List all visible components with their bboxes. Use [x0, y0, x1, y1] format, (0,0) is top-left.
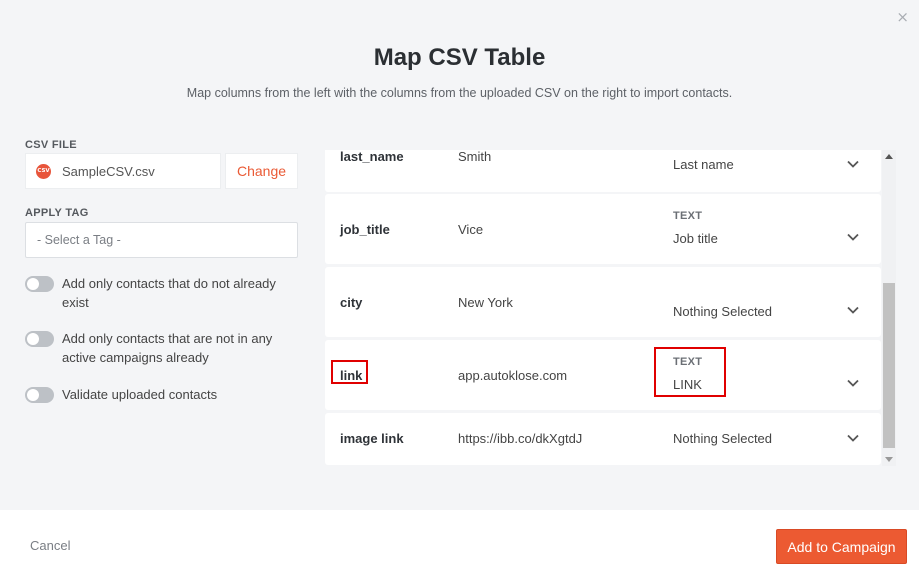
- mapping-row: link app.autoklose.com TEXT LINK: [325, 340, 881, 410]
- chevron-down-icon[interactable]: [845, 229, 861, 245]
- modal-title: Map CSV Table: [373, 44, 546, 71]
- mapping-row: image link https://ibb.co/dkXgtdJ Nothin…: [325, 413, 881, 465]
- csv-column-sample: app.autoklose.com: [458, 368, 568, 383]
- csv-file-name: SampleCSV.csv: [62, 163, 155, 179]
- csv-column-sample: New York: [458, 295, 513, 310]
- csv-column-sample: Vice: [458, 222, 484, 237]
- csv-file-box: CSV SampleCSV.csv: [25, 153, 221, 189]
- change-file-button[interactable]: Change: [225, 153, 298, 189]
- chevron-down-icon[interactable]: [845, 430, 861, 446]
- toggle-not-in-campaigns-label: Add only contacts that are not in any ac…: [62, 331, 273, 365]
- highlight-box-link-column: [331, 360, 368, 384]
- scroll-up-arrow-icon[interactable]: [885, 154, 893, 159]
- field-type-label: TEXT: [673, 210, 703, 222]
- modal-footer: Cancel Add to Campaign: [0, 510, 919, 577]
- highlight-box-link-field: [654, 347, 726, 397]
- toggle-no-existing-label: Add only contacts that do not already ex…: [62, 276, 276, 310]
- modal-subtitle: Map columns from the left with the colum…: [186, 86, 733, 100]
- tag-select[interactable]: - Select a Tag -: [25, 222, 298, 258]
- csv-column-sample: Smith: [458, 150, 492, 164]
- csv-column-sample: https://ibb.co/dkXgtdJ: [458, 431, 583, 446]
- mapping-list: last_name Smith Last name job_title Vice…: [325, 150, 881, 466]
- toggle-not-in-campaigns[interactable]: [25, 331, 54, 347]
- mapped-field-select[interactable]: Nothing Selected: [673, 431, 772, 446]
- toggle-validate-label: Validate uploaded contacts: [62, 387, 218, 402]
- toggle-no-existing[interactable]: [25, 276, 54, 292]
- add-to-campaign-button[interactable]: Add to Campaign: [776, 529, 907, 564]
- mapping-row: job_title Vice TEXT Job title: [325, 194, 881, 264]
- csv-column-name: last_name: [340, 150, 404, 164]
- chevron-down-icon[interactable]: [845, 375, 861, 391]
- scrollbar-thumb[interactable]: [883, 283, 895, 448]
- cancel-button[interactable]: Cancel: [30, 538, 70, 553]
- toggle-row-not-in-campaigns: Add only contacts that are not in any ac…: [25, 329, 295, 367]
- csv-column-name: city: [340, 295, 363, 310]
- mapped-field-select[interactable]: Job title: [673, 231, 718, 246]
- mapped-field-select[interactable]: Nothing Selected: [673, 304, 772, 319]
- csv-column-name: image link: [340, 431, 404, 446]
- scroll-down-arrow-icon[interactable]: [885, 457, 893, 462]
- chevron-down-icon[interactable]: [845, 302, 861, 318]
- csv-file-label: CSV FILE: [25, 139, 77, 151]
- mapping-scrollbar[interactable]: [882, 150, 896, 466]
- close-icon[interactable]: ×: [896, 10, 909, 25]
- csv-column-name: job_title: [340, 222, 390, 237]
- mapped-field-select[interactable]: Last name: [673, 157, 734, 172]
- csv-file-icon: CSV: [36, 163, 51, 179]
- apply-tag-label: APPLY TAG: [25, 207, 89, 219]
- mapping-row: city New York Nothing Selected: [325, 267, 881, 337]
- toggle-validate[interactable]: [25, 387, 54, 403]
- mapping-row: last_name Smith Last name: [325, 150, 881, 192]
- toggle-row-no-existing: Add only contacts that do not already ex…: [25, 274, 295, 312]
- toggle-row-validate: Validate uploaded contacts: [25, 385, 295, 404]
- chevron-down-icon[interactable]: [845, 156, 861, 172]
